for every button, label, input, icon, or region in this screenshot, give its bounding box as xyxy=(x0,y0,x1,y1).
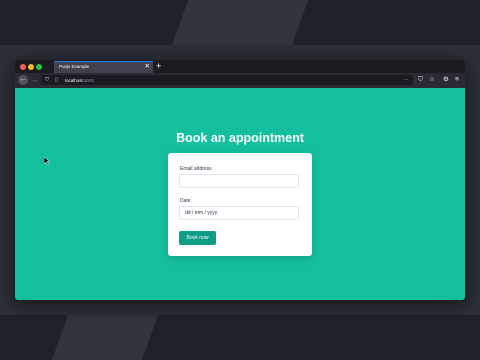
menu-icon[interactable]: ≡ xyxy=(455,75,459,85)
tab-title: Punjs Example xyxy=(59,63,90,69)
tab-bar: Punjs Example ✕ + xyxy=(15,60,465,73)
navigation-bar: ← → ⛉ ▯ localhost:3000 ⋯ ⛉ ☆ ⚙ ≡ xyxy=(15,73,465,88)
pocket-icon[interactable]: ⛉ xyxy=(418,75,423,85)
extensions-icon[interactable]: ⚙ xyxy=(443,75,449,85)
minimize-window-button[interactable] xyxy=(28,63,34,70)
booking-form: Email address Date dd / mm / yyyy Book n… xyxy=(168,153,312,256)
date-label: Date xyxy=(180,198,191,204)
desktop-decoration xyxy=(51,315,159,360)
maximize-window-button[interactable] xyxy=(36,63,42,70)
browser-window: Punjs Example ✕ + ← → ⛉ ▯ localhost:3000… xyxy=(15,60,465,300)
forward-button[interactable]: → xyxy=(31,75,38,86)
page-info-icon[interactable]: ▯ xyxy=(55,75,58,85)
address-bar[interactable]: ⛉ ▯ localhost:3000 ⋯ xyxy=(41,75,413,85)
email-label: Email address xyxy=(180,166,212,172)
close-window-button[interactable] xyxy=(20,63,26,70)
url-port: :3000 xyxy=(82,77,95,83)
url-host: localhost xyxy=(65,77,83,83)
desktop-decoration xyxy=(171,0,309,45)
url-text: localhost:3000 xyxy=(65,78,94,83)
book-now-button[interactable]: Book now xyxy=(179,231,216,245)
date-field[interactable]: dd / mm / yyyy xyxy=(179,206,299,220)
new-tab-button[interactable]: + xyxy=(156,60,161,72)
email-field[interactable] xyxy=(179,174,299,188)
bookmark-star-icon[interactable]: ☆ xyxy=(429,75,435,85)
tab-close-icon[interactable]: ✕ xyxy=(145,63,150,71)
mouse-cursor-icon xyxy=(44,157,50,165)
back-button[interactable]: ← xyxy=(18,75,28,85)
tab-active[interactable]: Punjs Example ✕ xyxy=(54,61,153,73)
page-actions-icon[interactable]: ⋯ xyxy=(403,75,409,85)
page-viewport: Book an appointment Email address Date d… xyxy=(15,88,465,300)
page-title: Book an appointment xyxy=(176,131,304,145)
shield-icon[interactable]: ⛉ xyxy=(45,75,49,85)
